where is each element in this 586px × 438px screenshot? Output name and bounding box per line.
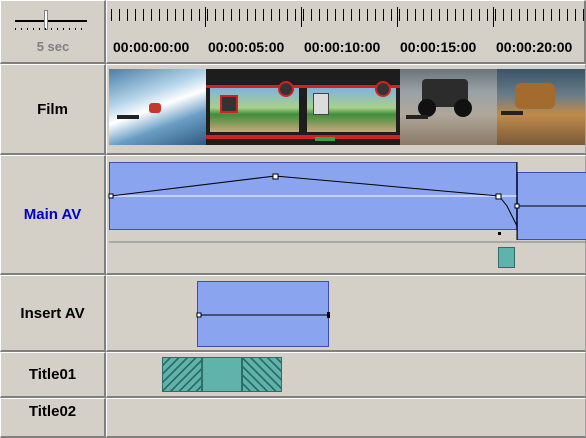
time-ruler[interactable]: 00:00:00:00 00:00:05:00 00:00:10:00 00:0… <box>106 0 586 64</box>
zoom-slider-track[interactable] <box>15 20 87 22</box>
zoom-slider-thumb[interactable] <box>44 10 48 30</box>
zoom-control: 5 sec <box>0 0 106 64</box>
film-thumbnail[interactable] <box>303 69 400 145</box>
track-header-title01[interactable]: Title01 <box>0 352 106 398</box>
film-lane[interactable] <box>106 64 586 155</box>
ruler-major-tick <box>301 7 302 27</box>
film-thumbnail[interactable] <box>497 69 585 145</box>
title01-fade-out[interactable] <box>242 357 282 392</box>
title01-fade-in[interactable] <box>162 357 202 392</box>
track-label-main-av: Main AV <box>23 206 82 223</box>
ruler-timecode: 00:00:10:00 <box>304 39 381 55</box>
title01-clip[interactable] <box>202 357 242 392</box>
ruler-major-tick <box>397 7 398 27</box>
insert-av-envelope[interactable] <box>107 276 586 353</box>
track-label-title01: Title01 <box>28 366 77 383</box>
ruler-major-tick <box>493 7 494 27</box>
ruler-timecode: 00:00:15:00 <box>400 39 477 55</box>
track-header-main-av[interactable]: Main AV <box>0 155 106 275</box>
audio-marker[interactable] <box>498 247 515 268</box>
film-thumbnail[interactable] <box>109 69 206 145</box>
ruler-timecode: 00:00:20:00 <box>496 39 573 55</box>
track-header-film[interactable]: Film <box>0 64 106 155</box>
film-thumbnail[interactable] <box>206 69 303 145</box>
title02-lane[interactable] <box>106 398 586 438</box>
track-label-film: Film <box>37 100 68 118</box>
track-header-title02[interactable]: Title02 <box>0 398 106 438</box>
track-label-title02: Title02 <box>28 403 77 420</box>
title01-lane[interactable] <box>106 352 586 398</box>
track-label-insert-av: Insert AV <box>20 304 85 322</box>
film-thumbnail[interactable] <box>400 69 497 145</box>
zoom-slider-ticks <box>15 28 87 30</box>
zoom-level-label: 5 sec <box>36 39 70 54</box>
ruler-timecode: 00:00:00:00 <box>113 39 190 55</box>
ruler-major-tick <box>205 7 206 27</box>
main-av-lane[interactable] <box>106 155 586 275</box>
track-header-insert-av[interactable]: Insert AV <box>0 275 106 352</box>
ruler-timecode: 00:00:05:00 <box>208 39 285 55</box>
insert-av-lane[interactable] <box>106 275 586 352</box>
ruler-ticks <box>111 9 586 21</box>
